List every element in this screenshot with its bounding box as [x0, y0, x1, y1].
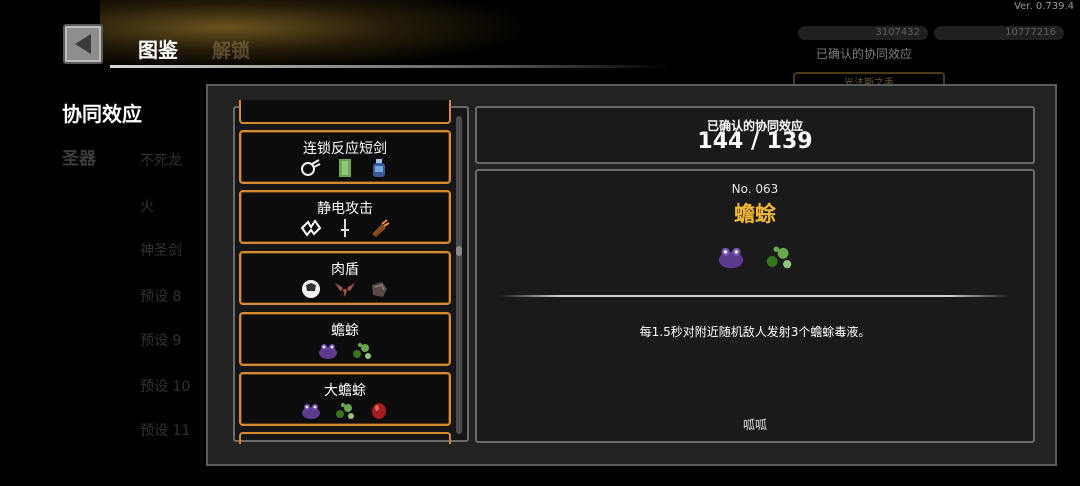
page-title: 图鉴: [138, 38, 178, 62]
sidebar-item[interactable]: 预设 10: [140, 376, 190, 396]
sidebar-item[interactable]: 预设 11: [140, 420, 190, 440]
tab-unlock[interactable]: 解锁: [212, 36, 250, 63]
sidebar-item[interactable]: 不死龙: [140, 150, 182, 170]
back-arrow-icon: [75, 34, 91, 54]
detail-number: No. 063: [731, 182, 779, 196]
list-scrollbar[interactable]: [456, 116, 462, 434]
ball-icon: [300, 279, 322, 299]
spark-icon: [300, 218, 322, 238]
list-item-partial[interactable]: [239, 100, 451, 124]
sidebar-item[interactable]: 火: [140, 196, 154, 216]
sidebar-item[interactable]: 预设 8: [140, 286, 181, 306]
toad-icon: [317, 340, 339, 360]
synergy-name: 连锁反应短剑: [303, 141, 387, 157]
synergy-list-item[interactable]: 蟾蜍: [239, 312, 451, 366]
poison-bubbles-icon: [351, 340, 373, 360]
poison-bubbles-icon: [764, 241, 794, 271]
currency-gem: 10777216: [934, 26, 1064, 40]
sidebar-item[interactable]: 预设 9: [140, 330, 181, 350]
counter-value: 144 / 139: [697, 129, 813, 154]
blue-potion-icon: [368, 158, 390, 178]
detail-sound: 呱呱: [742, 418, 767, 432]
poison-bubbles-icon: [334, 400, 356, 420]
synergy-icons: [241, 279, 449, 299]
bat-icon: [334, 279, 356, 299]
synergy-icons: [241, 218, 449, 238]
synergy-list-item[interactable]: 大蟾蜍: [239, 372, 451, 426]
synergy-name: 蟾蜍: [331, 323, 359, 339]
red-egg-icon: [368, 400, 390, 420]
synergy-list-item[interactable]: 静电攻击: [239, 190, 451, 244]
stone-icon: [368, 279, 390, 299]
synergy-icons: [241, 400, 449, 420]
synergy-counter: 已确认的协同效应 144 / 139: [475, 106, 1035, 164]
list-scroll-thumb[interactable]: [456, 246, 462, 256]
toad-icon: [300, 400, 322, 420]
list-item-partial[interactable]: [239, 432, 451, 444]
synergy-detail: No. 063 蟾蜍 每1.5秒对附近随机敌人发射3个蟾蜍毒液。 呱呱: [475, 169, 1035, 443]
synergy-name: 肉盾: [331, 262, 359, 278]
detail-divider: [499, 295, 1011, 297]
synergy-name: 静电攻击: [317, 201, 373, 217]
sidebar-item[interactable]: 圣器: [62, 144, 96, 169]
currency-gold: 3107432: [798, 26, 928, 40]
synergy-name: 大蟾蜍: [324, 383, 366, 399]
version-label: Ver. 0.739.4: [1014, 1, 1074, 12]
claw-icon: [368, 218, 390, 238]
detail-title: 蟾蜍: [734, 202, 776, 226]
synergy-list-item[interactable]: 肉盾: [239, 251, 451, 305]
detail-description: 每1.5秒对附近随机敌人发射3个蟾蜍毒液。: [639, 325, 871, 339]
synergy-list-item[interactable]: 连锁反应短剑: [239, 130, 451, 184]
dagger-icon: [334, 218, 356, 238]
green-cloak-icon: [334, 158, 356, 178]
chain-icon: [300, 158, 322, 178]
back-button[interactable]: [63, 24, 103, 64]
header-divider: [110, 65, 670, 68]
sidebar-item[interactable]: 神圣剑: [140, 240, 182, 260]
sidebar-item-synergy[interactable]: 协同效应: [62, 98, 142, 127]
synergy-icons: [241, 158, 449, 178]
toad-icon: [716, 241, 746, 271]
synergy-icons: [241, 340, 449, 360]
background-confirmed-label: 已确认的协同效应: [816, 47, 913, 61]
detail-icons: [477, 241, 1033, 271]
